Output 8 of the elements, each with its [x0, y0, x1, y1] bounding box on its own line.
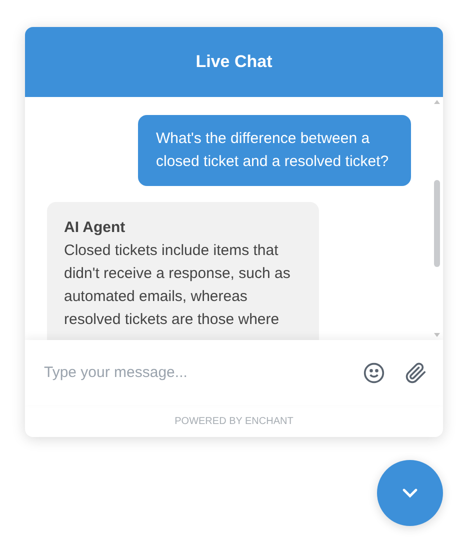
paperclip-icon[interactable] — [405, 362, 427, 384]
user-message: What's the difference between a closed ticket and a resolved ticket? — [138, 115, 411, 186]
powered-by-text: POWERED BY ENCHANT — [174, 416, 294, 426]
chevron-down-icon — [402, 488, 418, 498]
message-text: Closed tickets include items that didn't receive a response, such as automated emails, whereas resolved tickets are those where — [64, 241, 292, 330]
emoji-icon[interactable] — [363, 362, 385, 384]
message-author: AI Agent — [64, 218, 126, 238]
chat-title: Live Chat — [196, 52, 272, 72]
